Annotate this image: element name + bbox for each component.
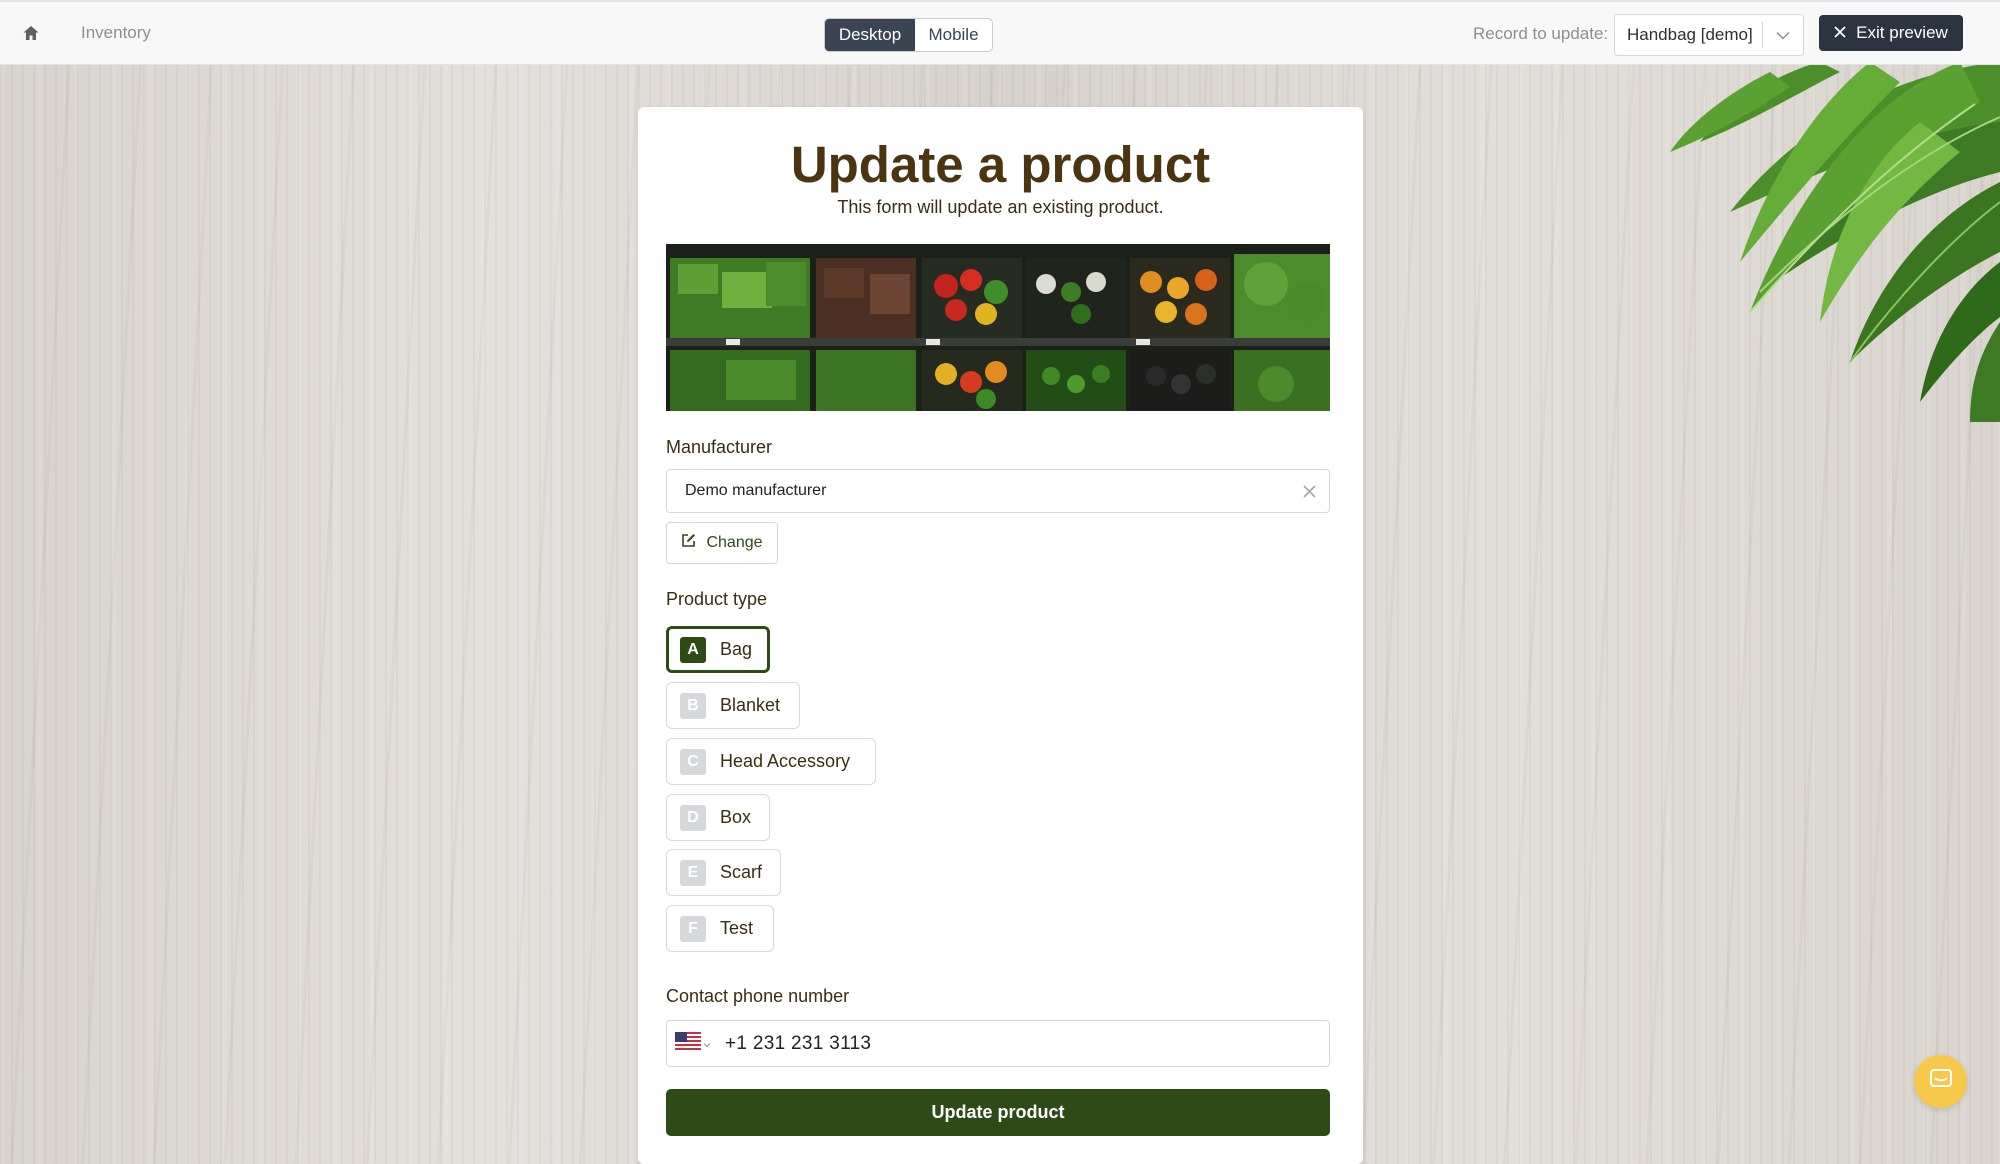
- phone-input[interactable]: +1 231 231 3113: [666, 1020, 1330, 1067]
- view-mode-toggle: Desktop Mobile: [824, 18, 993, 52]
- option-key-badge: C: [680, 748, 706, 775]
- mobile-view-button[interactable]: Mobile: [915, 19, 992, 51]
- change-button-label: Change: [706, 534, 763, 551]
- form-title: Update a product: [790, 136, 1211, 193]
- close-icon: [1834, 23, 1846, 43]
- option-label: Head Accessory: [720, 751, 851, 771]
- option-label: Test: [720, 918, 754, 938]
- record-to-update-label: Record to update:: [1473, 24, 1609, 43]
- leaves-decoration: [1670, 62, 2000, 422]
- us-flag-icon: [675, 1032, 701, 1055]
- option-label: Blanket: [720, 695, 781, 715]
- exit-preview-button[interactable]: Exit preview: [1819, 15, 1963, 51]
- manufacturer-label: Manufacturer: [666, 437, 773, 457]
- option-label: Box: [720, 807, 752, 827]
- product-type-option-head-accessory[interactable]: C Head Accessory: [666, 738, 876, 785]
- product-type-option-scarf[interactable]: E Scarf: [666, 849, 781, 896]
- product-type-option-bag[interactable]: A Bag: [666, 626, 770, 673]
- contact-phone-label: Contact phone number: [666, 986, 850, 1006]
- record-select-value: Handbag [demo]: [1627, 25, 1753, 44]
- record-select[interactable]: Handbag [demo]: [1614, 14, 1804, 56]
- product-type-label: Product type: [666, 589, 768, 609]
- home-icon[interactable]: [22, 24, 40, 42]
- chat-icon: [1929, 1068, 1953, 1095]
- option-key-badge: E: [680, 859, 706, 886]
- option-key-badge: D: [680, 804, 706, 831]
- clear-icon[interactable]: [1289, 484, 1329, 498]
- country-select[interactable]: [667, 1032, 725, 1055]
- change-manufacturer-button[interactable]: Change: [666, 522, 778, 564]
- chevron-down-icon: [703, 1035, 711, 1053]
- chat-launcher-button[interactable]: [1914, 1055, 1967, 1108]
- option-key-badge: F: [680, 915, 706, 942]
- preview-toolbar: Inventory Desktop Mobile Record to updat…: [0, 0, 2000, 65]
- product-type-option-blanket[interactable]: B Blanket: [666, 682, 800, 729]
- edit-icon: [681, 533, 696, 553]
- grocery-shelves-banner: [666, 244, 1330, 411]
- chevron-down-icon[interactable]: [1763, 31, 1803, 40]
- desktop-view-button[interactable]: Desktop: [825, 19, 915, 51]
- option-label: Bag: [720, 639, 753, 659]
- option-key-badge: A: [680, 636, 706, 663]
- form-card: Update a product This form will update a…: [638, 107, 1363, 1164]
- manufacturer-field[interactable]: Demo manufacturer: [666, 469, 1330, 513]
- option-key-badge: B: [680, 692, 706, 719]
- breadcrumb-inventory[interactable]: Inventory: [81, 23, 151, 43]
- option-label: Scarf: [720, 862, 763, 882]
- form-subtitle: This form will update an existing produc…: [837, 197, 1164, 217]
- exit-preview-label: Exit preview: [1856, 23, 1948, 42]
- update-product-button[interactable]: Update product: [666, 1089, 1330, 1136]
- manufacturer-value: Demo manufacturer: [685, 482, 827, 499]
- product-type-option-test[interactable]: F Test: [666, 905, 774, 952]
- phone-value: +1 231 231 3113: [725, 1032, 872, 1054]
- product-type-option-box[interactable]: D Box: [666, 794, 770, 841]
